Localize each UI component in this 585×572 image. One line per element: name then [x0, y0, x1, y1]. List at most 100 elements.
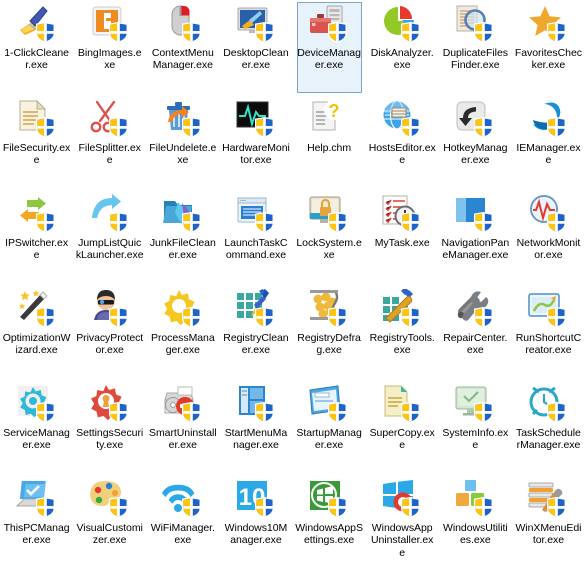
hotkey-arrow-icon[interactable] — [453, 99, 497, 139]
file-item[interactable]: HardwareMonitor.exe — [219, 95, 292, 190]
file-item[interactable]: BingImages.exe — [73, 0, 146, 95]
broom-brush-icon[interactable] — [15, 4, 59, 44]
cyan-gear-icon[interactable] — [15, 384, 59, 424]
file-item[interactable]: StartupManager.exe — [293, 380, 366, 475]
file-item[interactable]: ThisPCManager.exe — [0, 475, 73, 570]
file-item[interactable]: OptimizationWizard.exe — [0, 285, 73, 380]
file-item[interactable]: VisualCustomizer.exe — [73, 475, 146, 570]
file-item[interactable]: RegistryTools.exe — [366, 285, 439, 380]
file-item[interactable]: DeviceManager.exe — [293, 0, 366, 95]
help-question-document-icon[interactable]: ? — [307, 99, 351, 139]
nav-pane-icon[interactable] — [453, 194, 497, 234]
start-menu-panel-icon[interactable] — [234, 384, 278, 424]
desktop-broom-icon[interactable] — [234, 4, 278, 44]
file-item[interactable]: RunShortcutCreator.exe — [512, 285, 585, 380]
bing-b-icon[interactable] — [88, 4, 132, 44]
file-item[interactable]: RegistryDefrag.exe — [293, 285, 366, 380]
file-item[interactable]: TaskSchedulerManager.exe — [512, 380, 585, 475]
security-shield-badge — [181, 307, 201, 328]
curved-arrow-icon[interactable] — [88, 194, 132, 234]
folder-junk-icon[interactable] — [161, 194, 205, 234]
windows-10-icon[interactable]: 10 — [234, 479, 278, 519]
toolbox-device-icon[interactable] — [307, 4, 351, 44]
file-item[interactable]: ProcessManager.exe — [146, 285, 219, 380]
file-item[interactable]: IEManager.exe — [512, 95, 585, 190]
file-item[interactable]: NavigationPaneManager.exe — [439, 190, 512, 285]
file-item[interactable]: ContextMenuManager.exe — [146, 0, 219, 95]
file-item[interactable]: SettingsSecurity.exe — [73, 380, 146, 475]
copy-pages-icon[interactable] — [380, 384, 424, 424]
checklist-clock-icon[interactable] — [380, 194, 424, 234]
monitor-check-icon[interactable] — [453, 384, 497, 424]
mouse-icon[interactable] — [161, 4, 205, 44]
file-item[interactable]: LaunchTaskCommand.exe — [219, 190, 292, 285]
heartbeat-screen-icon[interactable] — [234, 99, 278, 139]
file-item[interactable]: RegistryCleaner.exe — [219, 285, 292, 380]
globe-hosts-icon[interactable] — [380, 99, 424, 139]
paint-palette-icon[interactable] — [88, 479, 132, 519]
file-item[interactable]: LockSystem.exe — [293, 190, 366, 285]
magic-wand-icon[interactable] — [15, 289, 59, 329]
file-item[interactable]: SuperCopy.exe — [366, 380, 439, 475]
wifi-icon[interactable] — [161, 479, 205, 519]
file-item[interactable]: 10 Windows10Manager.exe — [219, 475, 292, 570]
file-item[interactable]: IPSwitcher.exe — [0, 190, 73, 285]
file-item[interactable]: ServiceManager.exe — [0, 380, 73, 475]
file-item[interactable]: FileSecurity.exe — [0, 95, 73, 190]
file-item[interactable]: WindowsAppUninstaller.exe — [366, 475, 439, 570]
file-item[interactable]: JunkFileCleaner.exe — [146, 190, 219, 285]
scissors-icon[interactable] — [88, 99, 132, 139]
file-item[interactable]: DiskAnalyzer.exe — [366, 0, 439, 95]
pc-check-icon[interactable] — [15, 479, 59, 519]
file-item[interactable]: FileSplitter.exe — [73, 95, 146, 190]
file-icon-grid[interactable]: 1-ClickCleaner.exe BingImages.exe ContextM… — [0, 0, 585, 570]
spy-person-icon[interactable] — [88, 289, 132, 329]
file-item[interactable]: StartMenuManager.exe — [219, 380, 292, 475]
shortcut-frame-icon[interactable] — [526, 289, 570, 329]
file-item[interactable]: DesktopCleaner.exe — [219, 0, 292, 95]
alarm-clock-icon[interactable] — [526, 384, 570, 424]
windows-logo-uninstall-icon[interactable] — [380, 479, 424, 519]
file-item[interactable]: HostsEditor.exe — [366, 95, 439, 190]
file-item[interactable]: FavoritesChecker.exe — [512, 0, 585, 95]
file-item[interactable]: 1-ClickCleaner.exe — [0, 0, 73, 95]
network-pulse-icon[interactable] — [526, 194, 570, 234]
internet-explorer-e-icon[interactable] — [526, 99, 570, 139]
file-item[interactable]: WindowsUtilities.exe — [439, 475, 512, 570]
yellow-gear-icon[interactable] — [161, 289, 205, 329]
file-item[interactable]: NetworkMonitor.exe — [512, 190, 585, 285]
window-panel-icon[interactable] — [234, 194, 278, 234]
file-item[interactable]: MyTask.exe — [366, 190, 439, 285]
uninstall-disc-icon[interactable] — [161, 384, 205, 424]
registry-compress-icon[interactable] — [307, 289, 351, 329]
documents-magnifier-icon[interactable] — [453, 4, 497, 44]
pie-chart-icon[interactable] — [380, 4, 424, 44]
screwdriver-wrench-icon[interactable] — [453, 289, 497, 329]
file-item[interactable]: WindowsAppSettings.exe — [293, 475, 366, 570]
security-shield-badge — [547, 117, 567, 138]
red-gear-lock-icon[interactable] — [88, 384, 132, 424]
file-item[interactable]: SmartUninstaller.exe — [146, 380, 219, 475]
registry-wrench-icon[interactable] — [380, 289, 424, 329]
star-icon[interactable] — [526, 4, 570, 44]
file-item[interactable]: HotkeyManager.exe — [439, 95, 512, 190]
blocks-utilities-icon[interactable] — [453, 479, 497, 519]
file-item[interactable]: SystemInfo.exe — [439, 380, 512, 475]
file-item[interactable]: WinXMenuEditor.exe — [512, 475, 585, 570]
file-item[interactable]: ? Help.chm — [293, 95, 366, 190]
monitor-lock-icon[interactable] — [307, 194, 351, 234]
file-item[interactable]: DuplicateFilesFinder.exe — [439, 0, 512, 95]
file-item[interactable]: FileUndelete.exe — [146, 95, 219, 190]
menu-list-wrench-icon[interactable] — [526, 479, 570, 519]
registry-grid-brush-icon[interactable] — [234, 289, 278, 329]
file-item-label: NavigationPaneManager.exe — [441, 237, 510, 262]
document-lines-icon[interactable] — [15, 99, 59, 139]
file-item[interactable]: WiFiManager.exe — [146, 475, 219, 570]
startup-window-icon[interactable] — [307, 384, 351, 424]
file-item[interactable]: PrivacyProtector.exe — [73, 285, 146, 380]
two-arrows-swap-icon[interactable] — [15, 194, 59, 234]
trash-undo-icon[interactable] — [161, 99, 205, 139]
file-item[interactable]: RepairCenter.exe — [439, 285, 512, 380]
windows-green-badge-icon[interactable] — [307, 479, 351, 519]
file-item[interactable]: JumpListQuickLauncher.exe — [73, 190, 146, 285]
